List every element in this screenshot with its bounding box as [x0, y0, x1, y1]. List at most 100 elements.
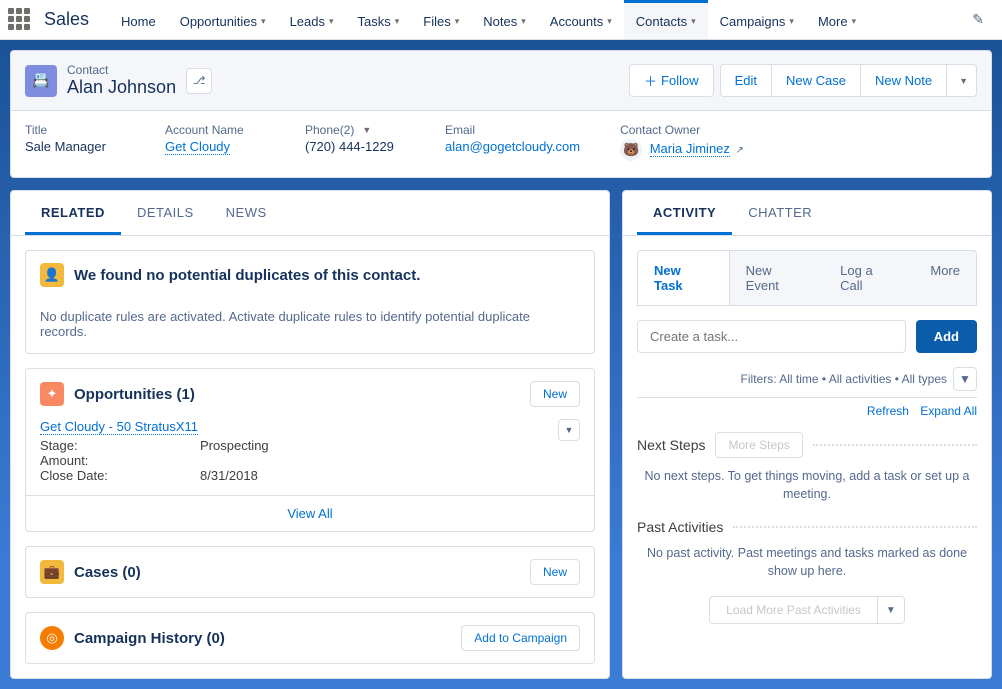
- phone-value: (720) 444-1229: [305, 139, 405, 154]
- chevron-down-icon: ▾: [607, 16, 612, 27]
- new-opportunity-button[interactable]: New: [530, 381, 580, 407]
- nav-item-campaigns[interactable]: Campaigns▾: [708, 0, 806, 39]
- activity-panel: ACTIVITYCHATTER New TaskNew EventLog a C…: [622, 190, 992, 679]
- phone-label: Phone(2)▼: [305, 123, 405, 137]
- change-owner-icon[interactable]: ↗: [736, 145, 744, 156]
- more-steps-button: More Steps: [715, 432, 802, 458]
- nav-item-accounts[interactable]: Accounts▾: [538, 0, 624, 39]
- duplicates-body: No duplicate rules are activated. Activa…: [26, 299, 594, 353]
- nav-item-notes[interactable]: Notes▾: [471, 0, 538, 39]
- record-name: Alan Johnson: [67, 77, 176, 98]
- global-nav: Sales HomeOpportunities▾Leads▾Tasks▾File…: [0, 0, 1002, 40]
- row-actions-button[interactable]: ▼: [558, 419, 580, 441]
- right-tabs: ACTIVITYCHATTER: [623, 191, 991, 236]
- owner-label: Contact Owner: [620, 123, 744, 137]
- tab-details[interactable]: DETAILS: [121, 191, 210, 235]
- next-steps-empty: No next steps. To get things moving, add…: [637, 468, 977, 503]
- new-case-related-button[interactable]: New: [530, 559, 580, 585]
- amount-label: Amount:: [40, 453, 200, 468]
- owner-link[interactable]: Maria Jiminez: [650, 141, 730, 157]
- campaign-history-card: ◎ Campaign History (0) Add to Campaign: [25, 612, 595, 664]
- contact-icon: 📇: [25, 65, 57, 97]
- refresh-link[interactable]: Refresh: [867, 404, 909, 418]
- duplicate-icon: 👤: [40, 263, 64, 287]
- load-more-dropdown[interactable]: ▼: [878, 596, 905, 624]
- tab-activity[interactable]: ACTIVITY: [637, 191, 732, 235]
- record-header: 📇 Contact Alan Johnson ⎇ ＋Follow Edit Ne…: [10, 50, 992, 178]
- duplicates-card: 👤 We found no potential duplicates of th…: [25, 250, 595, 354]
- opportunity-record-link[interactable]: Get Cloudy - 50 StratusX11: [40, 419, 198, 435]
- owner-avatar-icon: 🐻: [620, 139, 642, 161]
- hierarchy-button[interactable]: ⎇: [186, 68, 212, 94]
- tab-chatter[interactable]: CHATTER: [732, 191, 828, 235]
- chevron-down-icon[interactable]: ▼: [362, 125, 371, 135]
- follow-button[interactable]: ＋Follow: [629, 64, 714, 97]
- account-link[interactable]: Get Cloudy: [165, 139, 230, 155]
- activity-subtab-new-task[interactable]: New Task: [638, 251, 730, 305]
- app-launcher-icon[interactable]: [8, 8, 32, 32]
- cases-title: Cases (0): [74, 564, 141, 581]
- expand-all-link[interactable]: Expand All: [920, 404, 977, 418]
- next-steps-title: Next Steps: [637, 437, 705, 453]
- campaign-icon: ◎: [40, 626, 64, 650]
- tab-related[interactable]: RELATED: [25, 191, 121, 235]
- tab-news[interactable]: NEWS: [210, 191, 283, 235]
- stage-label: Stage:: [40, 438, 200, 453]
- activity-subtab-more[interactable]: More: [914, 251, 976, 305]
- nav-item-leads[interactable]: Leads▾: [278, 0, 346, 39]
- email-label: Email: [445, 123, 580, 137]
- filters-text: Filters: All time • All activities • All…: [741, 372, 947, 386]
- left-tabs: RELATEDDETAILSNEWS: [11, 191, 609, 236]
- close-date-label: Close Date:: [40, 468, 200, 483]
- opportunity-icon: ✦: [40, 382, 64, 406]
- chevron-down-icon: ▾: [789, 16, 794, 27]
- related-panel: RELATEDDETAILSNEWS 👤 We found no potenti…: [10, 190, 610, 679]
- chevron-down-icon: ▾: [455, 16, 460, 27]
- duplicates-title: We found no potential duplicates of this…: [74, 267, 420, 284]
- more-actions-button[interactable]: ▼: [947, 64, 977, 97]
- chevron-down-icon: ▼: [959, 76, 968, 86]
- load-more-past-button: Load More Past Activities: [709, 596, 878, 624]
- edit-nav-icon[interactable]: ✎: [972, 11, 984, 28]
- close-date-value: 8/31/2018: [200, 468, 258, 483]
- activity-subtabs: New TaskNew EventLog a CallMore: [637, 250, 977, 306]
- funnel-icon: ▼: [959, 372, 971, 386]
- chevron-down-icon: ▾: [329, 16, 334, 27]
- nav-item-opportunities[interactable]: Opportunities▾: [168, 0, 278, 39]
- view-all-opportunities-link[interactable]: View All: [287, 506, 332, 521]
- chevron-down-icon: ▾: [395, 16, 400, 27]
- chevron-down-icon: ▼: [565, 425, 574, 435]
- cases-card: 💼 Cases (0) New: [25, 546, 595, 598]
- opportunities-card: ✦ Opportunities (1) New Get Cloudy - 50 …: [25, 368, 595, 532]
- nav-item-files[interactable]: Files▾: [411, 0, 471, 39]
- nav-item-more[interactable]: More▾: [806, 0, 868, 39]
- past-activities-title: Past Activities: [637, 519, 723, 535]
- email-link[interactable]: alan@gogetcloudy.com: [445, 139, 580, 155]
- nav-item-contacts[interactable]: Contacts▾: [624, 0, 708, 39]
- stage-value: Prospecting: [200, 438, 269, 453]
- nav-item-tasks[interactable]: Tasks▾: [346, 0, 412, 39]
- new-note-button[interactable]: New Note: [861, 64, 947, 97]
- activity-subtab-new-event[interactable]: New Event: [730, 251, 825, 305]
- chevron-down-icon: ▾: [261, 16, 266, 27]
- account-label: Account Name: [165, 123, 265, 137]
- activity-subtab-log-a-call[interactable]: Log a Call: [824, 251, 914, 305]
- chevron-down-icon: ▾: [521, 16, 526, 27]
- create-task-input[interactable]: [637, 320, 906, 353]
- object-label: Contact: [67, 63, 176, 77]
- filter-button[interactable]: ▼: [953, 367, 977, 391]
- campaign-history-title: Campaign History (0): [74, 630, 225, 647]
- nav-tabs: HomeOpportunities▾Leads▾Tasks▾Files▾Note…: [109, 0, 868, 39]
- title-label: Title: [25, 123, 125, 137]
- new-case-button[interactable]: New Case: [772, 64, 861, 97]
- past-activities-empty: No past activity. Past meetings and task…: [637, 545, 977, 580]
- chevron-down-icon: ▾: [691, 16, 696, 27]
- case-icon: 💼: [40, 560, 64, 584]
- title-value: Sale Manager: [25, 139, 125, 154]
- opportunities-title: Opportunities (1): [74, 386, 195, 403]
- edit-button[interactable]: Edit: [720, 64, 772, 97]
- app-name: Sales: [44, 9, 89, 30]
- add-task-button[interactable]: Add: [916, 320, 977, 353]
- add-to-campaign-button[interactable]: Add to Campaign: [461, 625, 580, 651]
- nav-item-home[interactable]: Home: [109, 0, 168, 39]
